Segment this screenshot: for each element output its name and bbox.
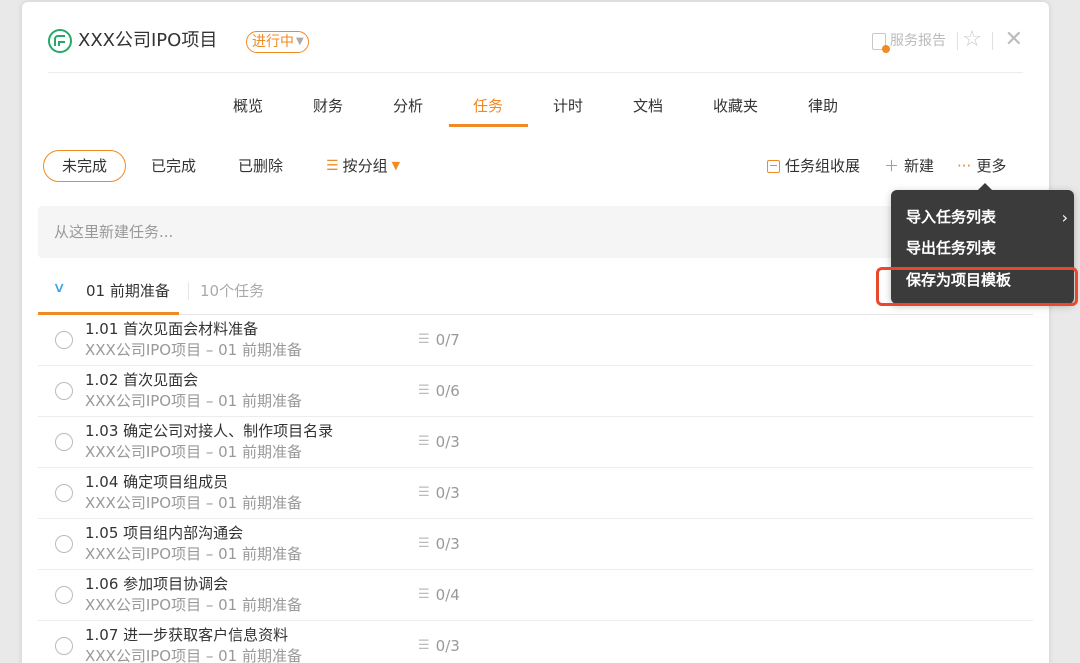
plus-icon: ＋ (884, 157, 900, 175)
tab-favorites[interactable]: 收藏夹 (713, 94, 758, 118)
task-checkbox[interactable] (55, 484, 73, 502)
tab-tasks[interactable]: 任务 (473, 94, 503, 118)
subtask-progress: ☰ 0/3 (418, 636, 460, 656)
menu-item-export-tasks[interactable]: 导出任务列表 (906, 237, 996, 259)
more-label: 更多 (976, 157, 1007, 175)
subtask-count: 0/4 (435, 586, 460, 604)
checklist-icon: ☰ (418, 536, 430, 551)
active-tab-indicator (449, 124, 528, 127)
task-path: XXX公司IPO项目 – 01 前期准备 (85, 494, 302, 512)
tab-bar: 概览 财务 分析 任务 计时 文档 收藏夹 律助 (22, 94, 1049, 127)
subtask-progress: ☰ 0/6 (418, 381, 460, 401)
new-task-input[interactable]: 从这里新建任务... (38, 206, 1033, 258)
task-path: XXX公司IPO项目 – 01 前期准备 (85, 443, 302, 461)
task-checkbox[interactable] (55, 637, 73, 655)
subtask-progress: ☰ 0/3 (418, 432, 460, 452)
subtask-count: 0/3 (435, 484, 460, 502)
subtask-count: 0/3 (435, 535, 460, 553)
status-badge[interactable]: 进行中 ▼ (246, 31, 309, 53)
highlight-annotation (876, 267, 1078, 306)
tab-analysis[interactable]: 分析 (393, 94, 423, 118)
task-row[interactable]: 1.05 项目组内部沟通会 XXX公司IPO项目 – 01 前期准备 ☰ 0/3 (38, 519, 1033, 570)
tab-assistant[interactable]: 律助 (808, 94, 838, 118)
task-checkbox[interactable] (55, 331, 73, 349)
subtask-progress: ☰ 0/4 (418, 585, 460, 605)
task-title: 1.01 首次见面会材料准备 (85, 320, 259, 338)
task-row[interactable]: 1.07 进一步获取客户信息资料 XXX公司IPO项目 – 01 前期准备 ☰ 0… (38, 621, 1033, 663)
ellipsis-icon: ··· (957, 157, 972, 175)
tab-finance[interactable]: 财务 (313, 94, 343, 118)
task-path: XXX公司IPO项目 – 01 前期准备 (85, 545, 302, 563)
divider (188, 282, 189, 300)
status-label: 进行中 (252, 34, 294, 50)
tab-overview[interactable]: 概览 (233, 94, 263, 118)
project-panel: XXX公司IPO项目 进行中 ▼ 服务报告 ☆ ✕ 概览 财务 分析 任务 计时… (22, 2, 1049, 663)
subtask-progress: ☰ 0/3 (418, 534, 460, 554)
divider (957, 32, 958, 50)
filter-completed[interactable]: 已完成 (151, 154, 196, 178)
star-icon[interactable]: ☆ (962, 26, 982, 54)
caret-down-icon: ▼ (391, 159, 401, 172)
task-checkbox[interactable] (55, 586, 73, 604)
caret-down-icon: ▼ (296, 36, 304, 47)
group-task-count: 10个任务 (200, 282, 265, 300)
project-title: XXX公司IPO项目 (78, 30, 218, 51)
tab-documents[interactable]: 文档 (633, 94, 663, 118)
group-by-label: 按分组 (342, 157, 388, 175)
task-checkbox[interactable] (55, 535, 73, 553)
collapse-groups-button[interactable]: 任务组收展 (767, 154, 860, 178)
filter-incomplete[interactable]: 未完成 (43, 150, 127, 182)
task-path: XXX公司IPO项目 – 01 前期准备 (85, 392, 302, 410)
task-title: 1.03 确定公司对接人、制作项目名录 (85, 422, 334, 440)
checklist-icon: ☰ (418, 383, 430, 398)
chevron-right-icon: › (1061, 208, 1068, 227)
subtask-progress: ☰ 0/7 (418, 330, 460, 350)
project-icon (48, 29, 72, 53)
group-name: 01 前期准备 (86, 282, 170, 300)
task-path: XXX公司IPO项目 – 01 前期准备 (85, 341, 302, 359)
task-title: 1.02 首次见面会 (85, 371, 199, 389)
group-by-toggle[interactable]: ☰ 按分组 ▼ (326, 154, 400, 178)
task-path: XXX公司IPO项目 – 01 前期准备 (85, 647, 302, 663)
checklist-icon: ☰ (418, 638, 430, 653)
list-icon: ☰ (326, 158, 339, 174)
task-checkbox[interactable] (55, 433, 73, 451)
task-row[interactable]: 1.04 确定项目组成员 XXX公司IPO项目 – 01 前期准备 ☰ 0/3 (38, 468, 1033, 519)
task-row[interactable]: 1.01 首次见面会材料准备 XXX公司IPO项目 – 01 前期准备 ☰ 0/7 (38, 315, 1033, 366)
task-checkbox[interactable] (55, 382, 73, 400)
task-row[interactable]: 1.03 确定公司对接人、制作项目名录 XXX公司IPO项目 – 01 前期准备… (38, 417, 1033, 468)
checklist-icon: ☰ (418, 332, 430, 347)
collapse-label: 任务组收展 (785, 157, 861, 175)
chevron-down-icon[interactable]: ∨ (52, 280, 65, 296)
checklist-icon: ☰ (418, 485, 430, 500)
new-label: 新建 (904, 157, 935, 175)
collapse-icon (767, 159, 780, 173)
close-icon[interactable]: ✕ (1005, 26, 1023, 54)
service-report-button[interactable]: 服务报告 (872, 31, 946, 53)
subtask-count: 0/3 (435, 637, 460, 655)
task-path: XXX公司IPO项目 – 01 前期准备 (85, 596, 302, 614)
subtask-progress: ☰ 0/3 (418, 483, 460, 503)
task-title: 1.06 参加项目协调会 (85, 575, 229, 593)
subtask-count: 0/6 (435, 382, 460, 400)
more-button[interactable]: ··· 更多 (957, 154, 1006, 178)
task-row[interactable]: 1.06 参加项目协调会 XXX公司IPO项目 – 01 前期准备 ☰ 0/4 (38, 570, 1033, 621)
service-report-label: 服务报告 (890, 33, 946, 49)
divider (992, 32, 993, 50)
report-icon (872, 32, 890, 53)
task-title: 1.04 确定项目组成员 (85, 473, 229, 491)
menu-item-import-tasks[interactable]: 导入任务列表 (906, 206, 996, 228)
checklist-icon: ☰ (418, 587, 430, 602)
task-row[interactable]: 1.02 首次见面会 XXX公司IPO项目 – 01 前期准备 ☰ 0/6 (38, 366, 1033, 417)
tab-timing[interactable]: 计时 (553, 94, 583, 118)
task-title: 1.05 项目组内部沟通会 (85, 524, 244, 542)
task-title: 1.07 进一步获取客户信息资料 (85, 626, 289, 644)
checklist-icon: ☰ (418, 434, 430, 449)
new-button[interactable]: ＋ 新建 (884, 154, 934, 178)
panel-header: XXX公司IPO项目 进行中 ▼ 服务报告 ☆ ✕ (48, 2, 1023, 73)
filter-deleted[interactable]: 已删除 (238, 154, 283, 178)
subtask-count: 0/7 (435, 331, 460, 349)
subtask-count: 0/3 (435, 433, 460, 451)
